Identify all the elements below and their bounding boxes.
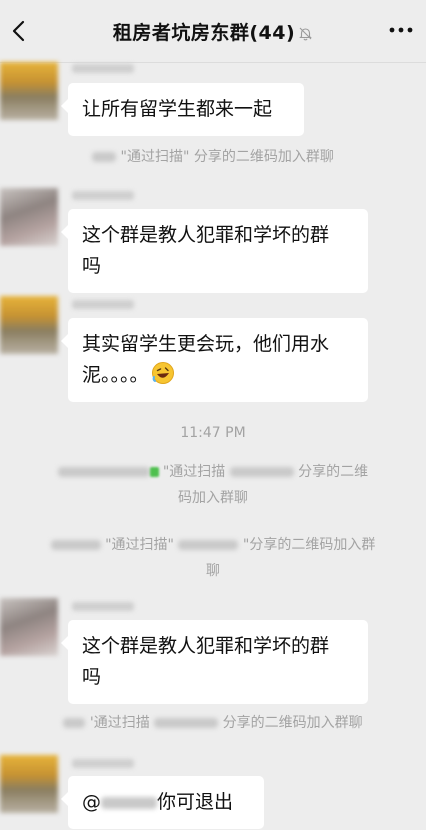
bell-off-icon xyxy=(299,27,312,41)
sender-name-redacted xyxy=(72,602,134,611)
message-text-line: 吗 xyxy=(82,666,102,688)
message-bubble[interactable]: 让所有留学生都来一起 xyxy=(61,83,304,136)
more-dots-icon xyxy=(389,27,413,33)
redacted-name xyxy=(57,467,150,477)
chat-title: 租房者坑房东群(44) xyxy=(0,18,426,45)
sender-name-redacted xyxy=(72,759,134,768)
group-name: 租房者坑房东群(44) xyxy=(112,22,296,44)
message-bubble[interactable]: 这个群是教人犯罪和学坏的群 吗 xyxy=(61,620,368,704)
system-notice: "通过扫描" "分享的二维码加入群 聊 xyxy=(20,532,406,584)
avatar[interactable] xyxy=(0,755,58,813)
sender-name-redacted xyxy=(72,64,134,73)
chat-header: 租房者坑房东群(44) xyxy=(0,0,426,63)
redacted-name xyxy=(50,540,101,550)
message-text-line: 这个群是教人犯罪和学坏的群 xyxy=(82,635,330,657)
message-bubble[interactable]: @ 你可退出 xyxy=(61,776,264,829)
message-text-line: 其实留学生更会玩，他们用水 xyxy=(82,333,330,355)
system-notice: "通过扫描 分享的二维 码加入群聊 xyxy=(20,459,406,511)
timestamp: 11:47 PM xyxy=(180,425,246,441)
redacted-name xyxy=(92,152,117,162)
avatar[interactable] xyxy=(0,598,58,656)
redacted-emoji xyxy=(149,467,159,477)
rolling-laughing-emoji xyxy=(151,362,174,384)
avatar[interactable] xyxy=(0,188,58,246)
redacted-name xyxy=(178,540,239,550)
system-text: '通过扫描 xyxy=(89,715,150,731)
system-text: "分享的二维码加入群 xyxy=(242,537,376,553)
system-text: "通过扫描" 分享的二维码加入群聊 xyxy=(120,149,334,165)
avatar[interactable] xyxy=(0,296,58,354)
message-text-line: 吗 xyxy=(82,255,102,277)
system-text: "通过扫描" xyxy=(105,537,174,553)
more-options-button[interactable] xyxy=(386,18,416,42)
system-notice-line: 码加入群聊 xyxy=(178,490,248,506)
sender-name-redacted xyxy=(72,300,134,309)
message-text-line: 泥。。。。 xyxy=(82,360,354,391)
message-bubble[interactable]: 这个群是教人犯罪和学坏的群 吗 xyxy=(61,209,368,293)
system-notice-line: "通过扫描 分享的二维 xyxy=(20,459,406,485)
system-notice: '通过扫描 分享的二维码加入群聊 xyxy=(20,710,406,736)
system-notice-line: 聊 xyxy=(206,563,220,579)
redacted-name xyxy=(63,718,86,728)
message-text: 你可退出 xyxy=(157,791,234,813)
redacted-mention xyxy=(101,796,157,809)
system-notice: "通过扫描" 分享的二维码加入群聊 xyxy=(20,144,406,170)
message-text-line: 这个群是教人犯罪和学坏的群 xyxy=(82,224,330,246)
mention-at: @ xyxy=(82,791,101,813)
sender-name-redacted xyxy=(72,191,134,200)
redacted-name xyxy=(154,718,219,728)
system-text: "通过扫描 xyxy=(162,464,226,480)
message-bubble[interactable]: 其实留学生更会玩，他们用水 泥。。。。 xyxy=(61,318,368,402)
redacted-name xyxy=(229,467,294,477)
message-text: 让所有留学生都来一起 xyxy=(82,98,273,120)
message-text: 泥。。。。 xyxy=(82,364,149,386)
system-notice-line: "通过扫描" "分享的二维码加入群 xyxy=(20,532,406,558)
avatar[interactable] xyxy=(0,62,58,120)
system-text: 分享的二维 xyxy=(298,464,369,480)
system-text: 分享的二维码加入群聊 xyxy=(222,715,363,731)
